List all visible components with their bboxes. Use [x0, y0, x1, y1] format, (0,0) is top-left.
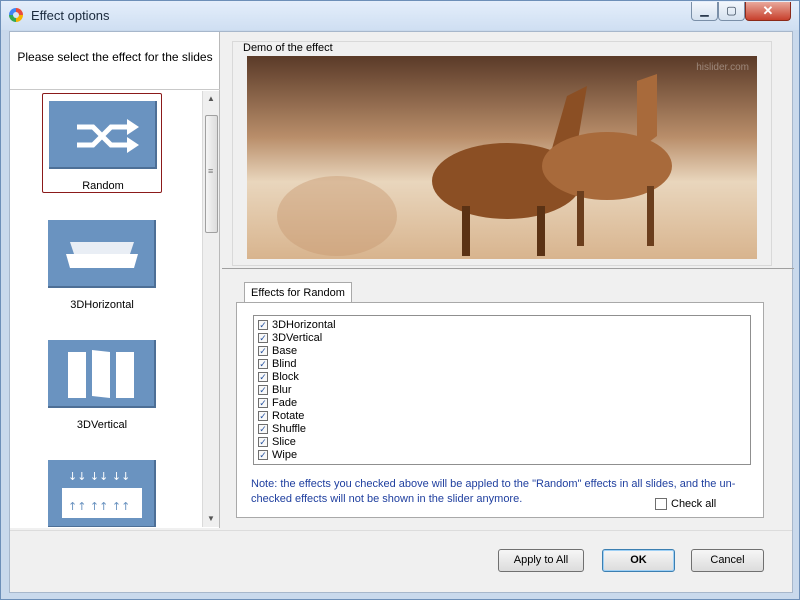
demo-group: Demo of the effect hislider.com [232, 41, 772, 266]
checkbox-checked-icon[interactable]: ✓ [258, 423, 268, 434]
3d-horizontal-icon [48, 220, 156, 288]
effect-selector-heading: Please select the effect for the slides [17, 50, 213, 64]
checkbox-checked-icon[interactable]: ✓ [258, 410, 268, 421]
checklist-item[interactable]: ✓ Shuffle [254, 422, 750, 435]
shuffle-icon [49, 101, 157, 169]
footer-divider [10, 530, 792, 531]
effect-list: Random 3DHorizontal 3DVertical ↓↓ ↓↓ ↓↓ … [10, 91, 202, 527]
svg-text:↓↓ ↓↓ ↓↓: ↓↓ ↓↓ ↓↓ [68, 470, 130, 483]
effect-tile-3dvertical[interactable]: 3DVertical [42, 333, 162, 433]
effect-tile-blind[interactable]: ↓↓ ↓↓ ↓↓ ↑↑ ↑↑ ↑↑ [42, 453, 162, 527]
checklist-item[interactable]: ✓ Wipe [254, 448, 750, 461]
effect-tile-label: 3DVertical [76, 419, 128, 431]
demo-label: Demo of the effect [243, 42, 333, 54]
checklist-item[interactable]: ✓ Fade [254, 396, 750, 409]
check-all-label: Check all [671, 498, 717, 510]
effects-tab-panel: ✓ 3DHorizontal ✓ 3DVertical ✓ Base ✓ Blind ✓… [236, 302, 764, 518]
tab-effects-for-random[interactable]: Effects for Random [244, 282, 352, 304]
3d-vertical-icon [48, 340, 156, 408]
effect-options-window: Effect options ▁ ▢ ✕ Please select the e… [0, 0, 800, 600]
effect-list-scrollbar[interactable]: ▲ ▼ [202, 91, 219, 527]
checkbox-checked-icon[interactable]: ✓ [258, 332, 268, 343]
checklist-item-label: Base [272, 344, 298, 357]
scroll-thumb[interactable] [205, 115, 218, 233]
scroll-down-icon[interactable]: ▼ [203, 511, 219, 527]
checklist-item[interactable]: ✓ Blind [254, 357, 750, 370]
checklist-item-label: Fade [272, 396, 298, 409]
section-divider [222, 268, 794, 269]
scroll-up-icon[interactable]: ▲ [203, 91, 219, 107]
checkbox-checked-icon[interactable]: ✓ [258, 449, 268, 460]
blind-icon: ↓↓ ↓↓ ↓↓ ↑↑ ↑↑ ↑↑ [48, 460, 156, 527]
effect-selector-panel: Please select the effect for the slides … [10, 32, 220, 528]
checkbox-unchecked-icon[interactable] [655, 498, 667, 510]
demo-preview-image: hislider.com [247, 56, 757, 259]
title-bar[interactable]: Effect options ▁ ▢ ✕ [1, 1, 799, 30]
svg-text:↑↑ ↑↑ ↑↑: ↑↑ ↑↑ ↑↑ [68, 500, 130, 513]
checklist-item[interactable]: ✓ Block [254, 370, 750, 383]
checkbox-checked-icon[interactable]: ✓ [258, 319, 268, 330]
maximize-button[interactable]: ▢ [718, 2, 745, 21]
checklist-item[interactable]: ✓ Slice [254, 435, 750, 448]
checklist-item-label: Rotate [272, 409, 305, 422]
checkbox-checked-icon[interactable]: ✓ [258, 384, 268, 395]
demo-watermark: hislider.com [696, 62, 749, 73]
close-icon: ✕ [762, 3, 774, 18]
checklist-item-label: Slice [272, 435, 296, 448]
checklist-item[interactable]: ✓ Rotate [254, 409, 750, 422]
effect-selector-header: Please select the effect for the slides [10, 32, 220, 90]
checklist-item-label: Shuffle [272, 422, 307, 435]
close-button[interactable]: ✕ [745, 2, 791, 21]
checklist-item[interactable]: ✓ 3DVertical [254, 331, 750, 344]
checklist-item-label: Blur [272, 383, 292, 396]
checkbox-checked-icon[interactable]: ✓ [258, 371, 268, 382]
checklist-item-label: Block [272, 370, 299, 383]
effects-checklist: ✓ 3DHorizontal ✓ 3DVertical ✓ Base ✓ Blind ✓… [253, 315, 751, 465]
checklist-item[interactable]: ✓ Base [254, 344, 750, 357]
check-all-checkbox[interactable]: Check all [655, 498, 716, 510]
checkbox-checked-icon[interactable]: ✓ [258, 397, 268, 408]
dialog-body: Please select the effect for the slides … [9, 31, 794, 593]
effect-tile-3dhorizontal[interactable]: 3DHorizontal [42, 213, 162, 313]
cancel-button[interactable]: Cancel [691, 549, 764, 572]
ok-button[interactable]: OK [602, 549, 675, 572]
effect-tile-label: Random [82, 180, 124, 192]
checklist-item[interactable]: ✓ Blur [254, 383, 750, 396]
apply-to-all-button[interactable]: Apply to All [498, 549, 584, 572]
minimize-button[interactable]: ▁ [691, 2, 718, 21]
effect-tile-label: 3DHorizontal [70, 299, 134, 311]
checklist-item-label: 3DVertical [272, 331, 323, 344]
effect-tile-random[interactable]: Random [42, 93, 162, 193]
app-icon [9, 8, 23, 22]
checklist-item[interactable]: ✓ 3DHorizontal [254, 318, 750, 331]
checklist-item-label: Wipe [272, 448, 298, 461]
minimize-icon: ▁ [700, 5, 709, 17]
checkbox-checked-icon[interactable]: ✓ [258, 345, 268, 356]
checkbox-checked-icon[interactable]: ✓ [258, 436, 268, 447]
checklist-item-label: 3DHorizontal [272, 318, 336, 331]
maximize-icon: ▢ [726, 5, 737, 17]
checklist-item-label: Blind [272, 357, 297, 370]
checkbox-checked-icon[interactable]: ✓ [258, 358, 268, 369]
window-title: Effect options [31, 8, 110, 23]
